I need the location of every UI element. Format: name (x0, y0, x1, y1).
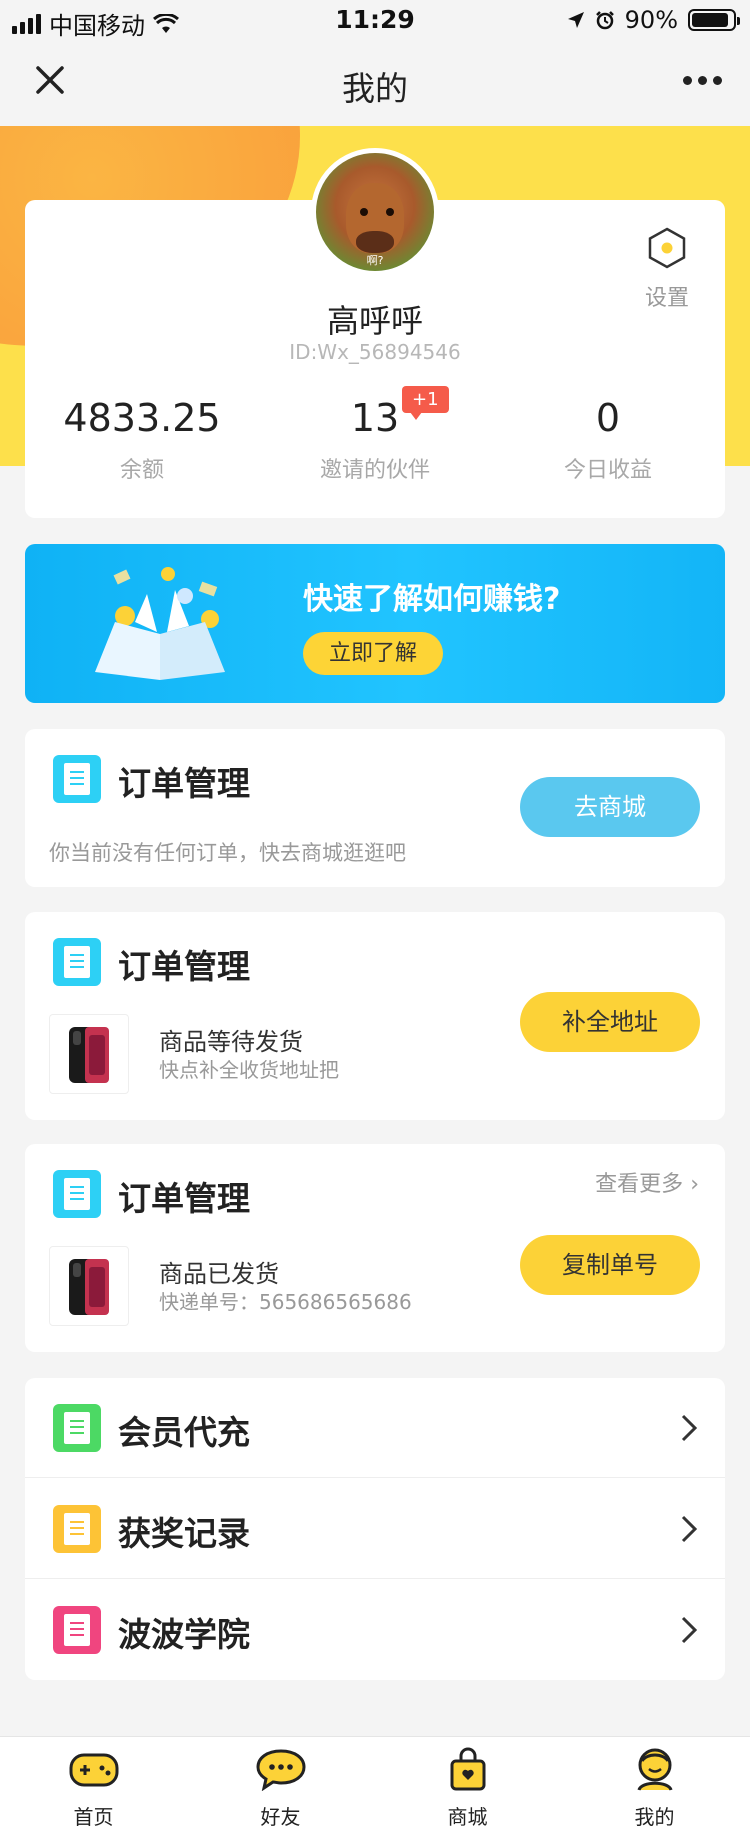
complete-address-button[interactable]: 补全地址 (520, 992, 700, 1052)
nav-bar: 我的 (0, 40, 750, 126)
menu-item-label: 获奖记录 (118, 1514, 250, 1553)
stat-label: 今日收益 (563, 458, 652, 483)
settings-hex-icon (648, 227, 686, 269)
stat-balance[interactable]: 4833.25 余额 (25, 396, 259, 484)
menu-list: 会员代充 获奖记录 波波学院 (25, 1378, 725, 1680)
chevron-right-icon: › (690, 1172, 699, 1197)
invite-badge: +1 (402, 386, 449, 420)
tab-home[interactable]: 首页 (0, 1737, 187, 1836)
avatar-caption: 啊? (366, 254, 384, 267)
chevron-right-icon (681, 1414, 698, 1442)
username: 高呼呼 (326, 302, 423, 340)
goods-status-title: 商品已发货 (159, 1260, 279, 1288)
battery-icon (688, 9, 740, 31)
stat-value: 0 (595, 396, 621, 440)
order-card-shipped: 订单管理 查看更多 › 商品已发货 快递单号：565686565686 复制单号 (25, 1144, 725, 1352)
goods-status-sub: 快点补全收货地址把 (159, 1058, 339, 1082)
banner-title: 快速了解如何赚钱? (303, 582, 561, 617)
stat-value: 4833.25 (63, 396, 221, 440)
card-title: 订单管理 (118, 1179, 250, 1218)
chevron-right-icon (681, 1515, 698, 1543)
gamepad-icon (69, 1753, 119, 1787)
location-icon (567, 12, 584, 28)
page-title: 我的 (342, 69, 408, 108)
tab-friends[interactable]: 好友 (187, 1737, 374, 1836)
tab-label: 商城 (447, 1805, 488, 1829)
order-doc-icon (53, 1170, 101, 1218)
learn-now-button[interactable]: 立即了解 (303, 632, 443, 675)
order-doc-icon (53, 938, 101, 986)
tab-me[interactable]: 我的 (561, 1737, 748, 1836)
avatar[interactable]: 啊? (311, 148, 439, 276)
user-id: ID:Wx_56894546 (289, 340, 461, 364)
battery-percent: 90% (624, 6, 678, 34)
alarm-icon (595, 11, 614, 30)
stat-label: 邀请的伙伴 (319, 458, 430, 483)
menu-item-label: 波波学院 (118, 1615, 250, 1654)
copy-tracking-button[interactable]: 复制单号 (520, 1235, 700, 1295)
chevron-right-icon (681, 1616, 698, 1644)
status-bar: 中国移动 11:29 90% (0, 0, 750, 40)
menu-item-bobo-academy[interactable]: 波波学院 (25, 1580, 725, 1680)
card-title: 订单管理 (118, 947, 250, 986)
tab-label: 好友 (260, 1805, 301, 1829)
earn-banner[interactable]: 快速了解如何赚钱? 立即了解 (25, 544, 725, 703)
stat-invited[interactable]: 13 邀请的伙伴 (258, 396, 492, 484)
stat-value: 13 (350, 396, 400, 440)
card-title: 订单管理 (118, 764, 250, 803)
battery-fill (692, 13, 728, 27)
chat-bubble-icon (256, 1749, 306, 1791)
shopping-bag-icon (450, 1747, 486, 1791)
go-to-mall-button[interactable]: 去商城 (520, 777, 700, 837)
tracking-number: 快递单号：565686565686 (159, 1290, 412, 1314)
book-illustration (95, 567, 225, 680)
menu-item-prize-records[interactable]: 获奖记录 (25, 1479, 725, 1579)
order-card-pending: 订单管理 商品等待发货 快点补全收货地址把 补全地址 (25, 912, 725, 1120)
menu-item-member-recharge[interactable]: 会员代充 (25, 1378, 725, 1478)
view-more-label: 查看更多 (595, 1172, 684, 1197)
product-thumbnail[interactable] (49, 1246, 129, 1326)
tab-label: 我的 (634, 1805, 675, 1829)
user-icon (637, 1748, 673, 1791)
menu-item-label: 会员代充 (118, 1413, 250, 1452)
empty-order-desc: 你当前没有任何订单，快去商城逛逛吧 (49, 841, 406, 865)
stat-today-earnings[interactable]: 0 今日收益 (491, 396, 725, 484)
tab-mall[interactable]: 商城 (374, 1737, 561, 1836)
product-thumbnail[interactable] (49, 1014, 129, 1094)
order-card-empty: 订单管理 你当前没有任何订单，快去商城逛逛吧 去商城 (25, 729, 725, 887)
academy-doc-icon (53, 1606, 101, 1654)
tab-bar: 首页 好友 商城 我的 (0, 1736, 750, 1836)
stat-label: 余额 (119, 458, 164, 483)
view-more-link[interactable]: 查看更多 › (595, 1166, 699, 1198)
goods-status-title: 商品等待发货 (159, 1028, 303, 1056)
tab-label: 首页 (73, 1805, 114, 1829)
member-doc-icon (53, 1404, 101, 1452)
status-right: 90% (567, 6, 740, 34)
more-icon[interactable] (683, 76, 722, 85)
prize-doc-icon (53, 1505, 101, 1553)
order-doc-icon (53, 755, 101, 803)
